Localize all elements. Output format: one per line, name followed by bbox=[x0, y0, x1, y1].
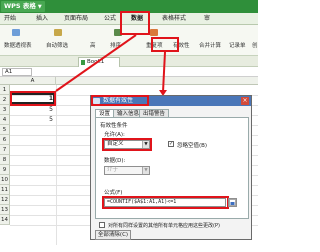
app-menu-button[interactable]: WPS 表格 ▼ bbox=[1, 1, 45, 12]
pivot-table-icon bbox=[12, 29, 20, 36]
row-number[interactable]: 12 bbox=[0, 195, 10, 205]
row-number[interactable]: 9 bbox=[0, 165, 10, 175]
menu-table-style[interactable]: 表格样式 bbox=[162, 14, 186, 24]
ribbon-record-form[interactable]: 记录单 bbox=[229, 41, 246, 49]
ignore-blank-checkbox[interactable]: ✓ bbox=[168, 141, 174, 147]
clear-all-button[interactable]: 全部清除(C) bbox=[95, 230, 131, 240]
highlight-validity-button bbox=[151, 37, 179, 52]
tab-book1[interactable]: Book1 bbox=[78, 57, 120, 67]
row-number[interactable]: 14 bbox=[0, 215, 10, 225]
grid-line bbox=[56, 85, 57, 245]
data-validation-dialog: 数据有效性 × 设置 输入信息 出错警告 有效性条件 允许(A): 自定义 ▼ … bbox=[90, 95, 252, 240]
allow-label: 允许(A): bbox=[104, 132, 125, 138]
settings-panel: 有效性条件 允许(A): 自定义 ▼ ✓ 忽略空值(B) 数据(D): 介于 ▼… bbox=[95, 117, 249, 219]
row-number[interactable]: 5 bbox=[0, 125, 10, 135]
range-select-icon bbox=[229, 199, 236, 206]
column-header-a[interactable]: A bbox=[10, 77, 56, 85]
document-tab-bar: Book1 bbox=[0, 56, 258, 67]
highlight-dialog-title bbox=[91, 95, 149, 106]
ribbon-create[interactable]: 创 bbox=[252, 41, 258, 49]
row-number[interactable]: 6 bbox=[0, 135, 10, 145]
ribbon-pivot-table[interactable]: 数据透视表 bbox=[4, 41, 32, 49]
menu-page-layout[interactable]: 页面布局 bbox=[64, 14, 88, 24]
row-number[interactable]: 3 bbox=[0, 105, 10, 115]
ribbon-sort[interactable]: 排序 bbox=[110, 41, 121, 49]
menu-review[interactable]: 审 bbox=[204, 14, 210, 24]
row-number[interactable]: 4 bbox=[0, 115, 10, 125]
row-number[interactable]: 1 bbox=[0, 85, 10, 95]
menu-insert[interactable]: 插入 bbox=[36, 14, 48, 24]
apply-all-checkbox[interactable] bbox=[99, 222, 105, 228]
chevron-down-icon: ▼ bbox=[37, 4, 42, 10]
data-label: 数据(D): bbox=[104, 158, 126, 164]
row-number[interactable]: 2 bbox=[0, 95, 10, 105]
data-select-value: 介于 bbox=[107, 167, 119, 173]
ribbon-consolidate[interactable]: 合并计算 bbox=[199, 41, 221, 49]
ribbon-advanced[interactable]: 高 bbox=[90, 41, 96, 49]
filter-icon bbox=[54, 29, 62, 36]
spreadsheet-icon bbox=[81, 60, 85, 65]
menu-formula[interactable]: 公式 bbox=[104, 14, 116, 24]
row-number[interactable]: 13 bbox=[0, 205, 10, 215]
data-select[interactable]: 介于 ▼ bbox=[104, 166, 150, 175]
tab-book1-label: Book1 bbox=[87, 59, 105, 65]
apply-all-label: 对所有同样设置的其他所有单元格应用这些更改(P) bbox=[108, 223, 220, 229]
duplicates-icon bbox=[150, 29, 158, 36]
formula-bar: A1 bbox=[0, 67, 258, 77]
highlight-allow-select bbox=[102, 138, 152, 151]
row-number[interactable]: 10 bbox=[0, 175, 10, 185]
highlight-data-menu bbox=[120, 11, 150, 35]
row-number[interactable]: 11 bbox=[0, 185, 10, 195]
column-header-row: A bbox=[0, 77, 258, 85]
validity-criteria-label: 有效性条件 bbox=[100, 123, 128, 129]
row-number[interactable]: 8 bbox=[0, 155, 10, 165]
ignore-blank-label: 忽略空值(B) bbox=[177, 143, 208, 149]
close-icon[interactable]: × bbox=[241, 97, 249, 105]
menu-start[interactable]: 开始 bbox=[4, 14, 16, 24]
chevron-down-icon: ▼ bbox=[142, 167, 149, 174]
highlight-formula-input bbox=[102, 196, 229, 209]
row-number[interactable]: 7 bbox=[0, 145, 10, 155]
app-title: WPS 表格 bbox=[4, 2, 36, 10]
cell-a3[interactable]: 5 bbox=[10, 105, 56, 115]
formula-label: 公式(F) bbox=[104, 190, 123, 196]
highlight-cell-a1 bbox=[10, 91, 56, 106]
range-select-button[interactable] bbox=[228, 198, 237, 207]
cell-a4[interactable]: 5 bbox=[10, 115, 56, 125]
ribbon-auto-filter[interactable]: 自动筛选 bbox=[46, 41, 68, 49]
name-box[interactable]: A1 bbox=[2, 68, 32, 76]
